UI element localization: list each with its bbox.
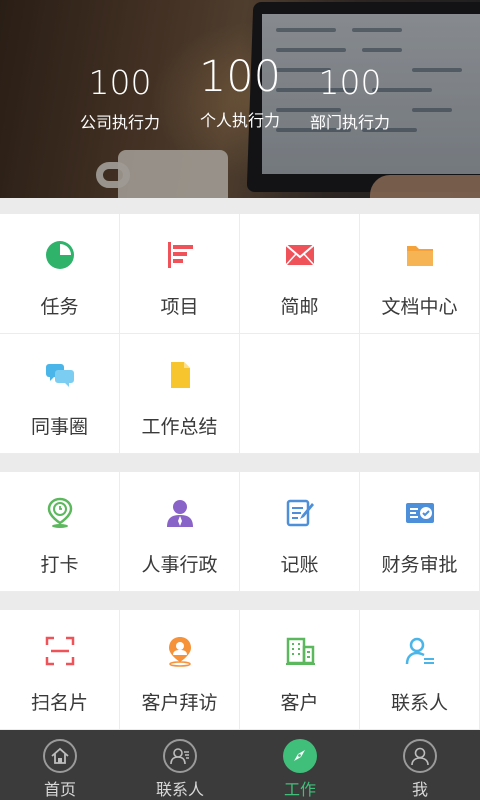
- stat-label: 公司执行力: [80, 113, 161, 132]
- tab-label: 联系人: [155, 780, 204, 799]
- hero-banner: 100 公司执行力 100 个人执行力 100 部门执行力: [0, 0, 480, 198]
- app-grid-section-2: 打卡 人事行政 记账 财务审批: [0, 472, 480, 592]
- person-icon: [163, 496, 197, 530]
- grid-item-label: 简邮: [280, 296, 319, 318]
- grid-item-label: 工作总结: [141, 416, 218, 438]
- stat-company: 100 公司执行力: [80, 66, 160, 133]
- grid-item-label: 扫名片: [30, 692, 88, 714]
- grid-item-project[interactable]: 项目: [120, 214, 240, 334]
- stat-value: 100: [88, 63, 152, 102]
- grid-item-label: 任务: [40, 296, 79, 318]
- tab-work[interactable]: 工作: [240, 730, 360, 800]
- folder-icon: [403, 238, 437, 272]
- grid-item-label: 项目: [160, 296, 199, 318]
- visit-pin-icon: [163, 634, 197, 668]
- scan-icon: [43, 634, 77, 668]
- grid-item-label: 同事圈: [30, 416, 88, 438]
- grid-item-label: 客户拜访: [141, 692, 218, 714]
- grid-item-customer[interactable]: 客户: [240, 610, 360, 730]
- tab-me[interactable]: 我: [360, 730, 480, 800]
- grid-item-label: 文档中心: [381, 296, 458, 318]
- grid-item-docs[interactable]: 文档中心: [360, 214, 480, 334]
- app-grid-section-3: 扫名片 客户拜访 客户 联系人: [0, 610, 480, 730]
- location-clock-icon: [43, 496, 77, 530]
- tab-home[interactable]: 首页: [0, 730, 120, 800]
- app-grid-section-1: 任务 项目 简邮 文档中心 同事圈 工作总结: [0, 214, 480, 454]
- document-icon: [163, 358, 197, 392]
- grid-item-checkin[interactable]: 打卡: [0, 472, 120, 592]
- edit-note-icon: [283, 496, 317, 530]
- grid-item-label: 人事行政: [141, 554, 218, 576]
- user-icon: [403, 739, 437, 773]
- grid-item-colleagues[interactable]: 同事圈: [0, 334, 120, 454]
- contact-icon: [403, 634, 437, 668]
- tab-label: 首页: [43, 780, 76, 799]
- grid-item-accounting[interactable]: 记账: [240, 472, 360, 592]
- pie-chart-icon: [43, 238, 77, 272]
- grid-item-label: 客户: [280, 692, 319, 714]
- stat-department: 100 部门执行力: [310, 66, 390, 133]
- grid-empty-cell: [240, 334, 360, 454]
- grid-empty-cell: [360, 334, 480, 454]
- chat-bubbles-icon: [43, 358, 77, 392]
- tab-label: 我: [411, 780, 428, 799]
- grid-item-hr[interactable]: 人事行政: [120, 472, 240, 592]
- grid-item-summary[interactable]: 工作总结: [120, 334, 240, 454]
- mail-icon: [283, 238, 317, 272]
- grid-item-mail[interactable]: 简邮: [240, 214, 360, 334]
- tab-contacts[interactable]: 联系人: [120, 730, 240, 800]
- grid-item-contacts[interactable]: 联系人: [360, 610, 480, 730]
- building-icon: [283, 634, 317, 668]
- approval-card-icon: [403, 496, 437, 530]
- stat-value: 100: [198, 52, 282, 102]
- compass-icon: [283, 739, 317, 773]
- home-icon: [43, 739, 77, 773]
- stat-label: 个人执行力: [199, 111, 280, 130]
- bottom-tab-bar: 首页 联系人 工作 我: [0, 730, 480, 800]
- project-bars-icon: [163, 238, 197, 272]
- grid-item-scan-card[interactable]: 扫名片: [0, 610, 120, 730]
- grid-item-customer-visit[interactable]: 客户拜访: [120, 610, 240, 730]
- grid-item-finance-approval[interactable]: 财务审批: [360, 472, 480, 592]
- tab-label: 工作: [283, 780, 316, 799]
- stat-personal: 100 个人执行力: [190, 56, 290, 131]
- grid-item-label: 记账: [280, 554, 319, 576]
- grid-item-label: 联系人: [390, 692, 448, 714]
- stat-value: 100: [318, 63, 382, 102]
- grid-item-task[interactable]: 任务: [0, 214, 120, 334]
- grid-item-label: 打卡: [40, 554, 79, 576]
- contacts-icon: [163, 739, 197, 773]
- stat-label: 部门执行力: [310, 113, 391, 132]
- grid-item-label: 财务审批: [381, 554, 458, 576]
